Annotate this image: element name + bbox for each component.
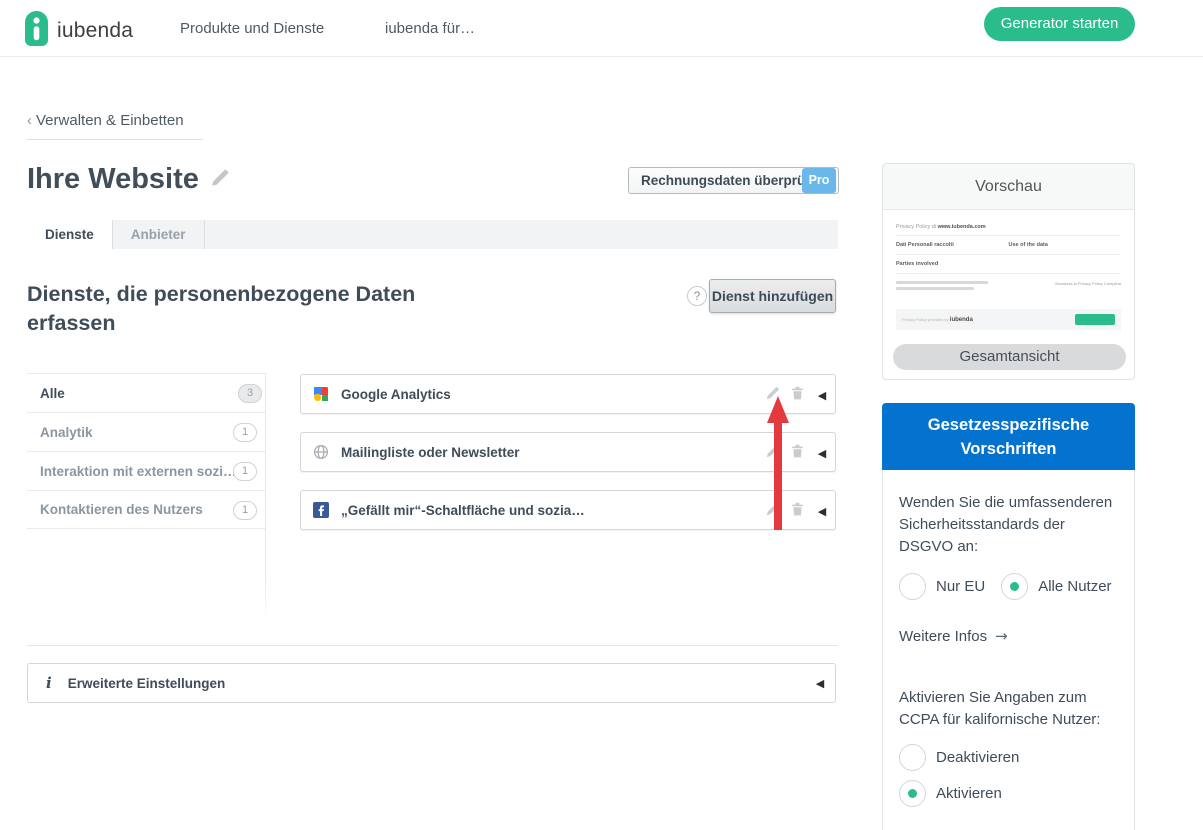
preview-section-label: Use of the data xyxy=(1008,242,1048,248)
edit-pencil-icon[interactable] xyxy=(761,386,785,405)
preview-footer-bar: Privacy Policy provided by iubenda xyxy=(896,309,1121,330)
preview-panel-title: Vorschau xyxy=(883,164,1134,210)
iubenda-logo-text: iubenda xyxy=(57,19,134,42)
preview-footer-text: Privacy Policy provided by iubenda xyxy=(902,316,973,323)
link-label: Weitere Infos xyxy=(899,627,988,645)
service-label: Google Analytics xyxy=(341,386,451,402)
collapse-triangle-icon[interactable]: ◀ xyxy=(809,389,835,402)
facebook-icon xyxy=(313,502,329,518)
category-label: Analytik xyxy=(40,424,93,440)
category-count-badge: 3 xyxy=(238,384,262,403)
service-actions: ◀ xyxy=(761,433,835,473)
section-heading: Dienste, die personenbezogene Daten erfa… xyxy=(27,282,416,335)
radio-label-alle-nutzer: Alle Nutzer xyxy=(1038,578,1112,595)
preview-generate-button xyxy=(1075,314,1115,325)
gdpr-more-info-link[interactable]: Weitere Infos → xyxy=(899,627,1118,645)
iubenda-logo[interactable]: iubenda xyxy=(25,11,133,51)
policy-preview-thumbnail: Privacy Policy di www.iubenda.com Dati P… xyxy=(896,220,1121,330)
edit-pencil-icon[interactable] xyxy=(761,502,785,521)
category-item-alle[interactable]: Alle 3 xyxy=(27,373,265,412)
gdpr-options-row: Nur EU Alle Nutzer xyxy=(899,573,1118,600)
top-navbar: iubenda Produkte und Dienste iubenda für… xyxy=(0,0,1203,57)
service-label: Mailingliste oder Newsletter xyxy=(341,444,520,460)
pro-plan-badge[interactable]: Pro xyxy=(802,168,836,193)
service-actions: ◀ xyxy=(761,491,835,531)
breadcrumb-label: Verwalten & Einbetten xyxy=(36,112,184,129)
page-title: Ihre Website xyxy=(27,163,199,195)
delete-trash-icon[interactable] xyxy=(785,386,809,405)
preview-full-policy-link: Visualizza la Privacy Policy Completa xyxy=(1054,281,1121,286)
page-title-row: Ihre Website xyxy=(27,163,230,196)
section-divider xyxy=(27,645,838,646)
radio-label-nur-eu: Nur EU xyxy=(936,578,986,595)
category-label: Kontaktieren des Nutzers xyxy=(40,502,203,517)
preview-section-label: Parties involved xyxy=(896,255,1121,274)
preview-section-label: Dati Personali raccolti xyxy=(896,242,954,248)
edit-pencil-icon[interactable] xyxy=(761,444,785,463)
category-item-analytik[interactable]: Analytik 1 xyxy=(27,412,265,451)
law-provisions-panel: Gesetzesspezifische Vorschriften Wenden … xyxy=(882,403,1135,830)
preview-policy-meta: Visualizza la Privacy Policy Completa xyxy=(896,281,1121,293)
radio-aktivieren[interactable] xyxy=(899,780,926,807)
service-label: „Gefällt mir“-Schaltfläche und sozia… xyxy=(341,502,585,518)
category-count-badge: 1 xyxy=(233,462,257,481)
globe-icon xyxy=(313,444,329,460)
collapse-triangle-icon[interactable]: ◀ xyxy=(809,447,835,460)
service-row-like-button[interactable]: „Gefällt mir“-Schaltfläche und sozia… ◀ xyxy=(300,490,836,530)
nav-iubenda-for[interactable]: iubenda für… xyxy=(385,0,475,57)
tab-anbieter[interactable]: Anbieter xyxy=(113,220,205,249)
service-actions: ◀ xyxy=(761,375,835,415)
start-generator-button[interactable]: Generator starten xyxy=(984,7,1135,41)
preview-meta-lines xyxy=(896,281,988,293)
gdpr-question: Wenden Sie die umfassenderen Sicherheits… xyxy=(899,494,1113,555)
preview-panel: Vorschau Privacy Policy di www.iubenda.c… xyxy=(882,163,1135,380)
radio-nur-eu[interactable] xyxy=(899,573,926,600)
radio-deaktivieren[interactable] xyxy=(899,744,926,771)
nav-products-services[interactable]: Produkte und Dienste xyxy=(180,0,324,57)
category-item-interaktion[interactable]: Interaktion mit externen sozi… 1 xyxy=(27,451,265,490)
advanced-settings-row[interactable]: i Erweiterte Einstellungen ◀ xyxy=(27,663,836,703)
service-row-mailing-list[interactable]: Mailingliste oder Newsletter ◀ xyxy=(300,432,836,472)
radio-label-aktivieren: Aktivieren xyxy=(936,785,1002,802)
ccpa-question: Aktivieren Sie Angaben zum CCPA für kali… xyxy=(899,689,1101,728)
edit-title-pencil-icon[interactable] xyxy=(211,168,230,192)
info-icon: i xyxy=(46,674,52,692)
category-item-kontaktieren[interactable]: Kontaktieren des Nutzers 1 xyxy=(27,490,265,529)
category-label: Interaktion mit externen sozi… xyxy=(40,463,237,479)
collapse-triangle-icon[interactable]: ◀ xyxy=(809,505,835,518)
tab-bar: Dienste Anbieter xyxy=(27,220,838,249)
add-service-button[interactable]: Dienst hinzufügen xyxy=(709,279,836,313)
category-label: Alle xyxy=(40,385,65,401)
collapse-triangle-icon[interactable]: ◀ xyxy=(807,677,833,690)
law-panel-title: Gesetzesspezifische Vorschriften xyxy=(882,403,1135,470)
preview-policy-sections: Dati Personali raccolti Use of the data xyxy=(896,236,1121,255)
ccpa-option-aktivieren-row: Aktivieren xyxy=(899,780,1118,807)
help-icon[interactable]: ? xyxy=(687,286,707,306)
category-count-badge: 1 xyxy=(233,423,257,442)
delete-trash-icon[interactable] xyxy=(785,444,809,463)
overview-button[interactable]: Gesamtansicht xyxy=(893,344,1126,370)
iubenda-logo-icon xyxy=(25,11,48,51)
advanced-settings-label: Erweiterte Einstellungen xyxy=(67,675,226,691)
radio-label-deaktivieren: Deaktivieren xyxy=(936,749,1020,766)
service-row-google-analytics[interactable]: Google Analytics ◀ xyxy=(300,374,836,414)
google-icon xyxy=(313,386,329,402)
radio-alle-nutzer[interactable] xyxy=(1001,573,1029,600)
preview-policy-heading: Privacy Policy di www.iubenda.com xyxy=(896,220,1121,236)
arrow-right-icon: → xyxy=(995,627,1008,645)
category-vertical-divider xyxy=(265,373,266,621)
breadcrumb-back-link[interactable]: ‹ Verwalten & Einbetten xyxy=(27,112,203,140)
category-count-badge: 1 xyxy=(233,501,257,520)
law-panel-body: Wenden Sie die umfassenderen Sicherheits… xyxy=(883,470,1134,830)
ccpa-option-deaktivieren-row: Deaktivieren xyxy=(899,744,1118,771)
iubenda-dashboard: iubenda Produkte und Dienste iubenda für… xyxy=(0,0,1203,830)
category-filter-list: Alle 3 Analytik 1 Interaktion mit extern… xyxy=(27,373,265,529)
tab-dienste[interactable]: Dienste xyxy=(27,220,113,249)
delete-trash-icon[interactable] xyxy=(785,502,809,521)
back-chevron-icon: ‹ xyxy=(27,112,32,129)
